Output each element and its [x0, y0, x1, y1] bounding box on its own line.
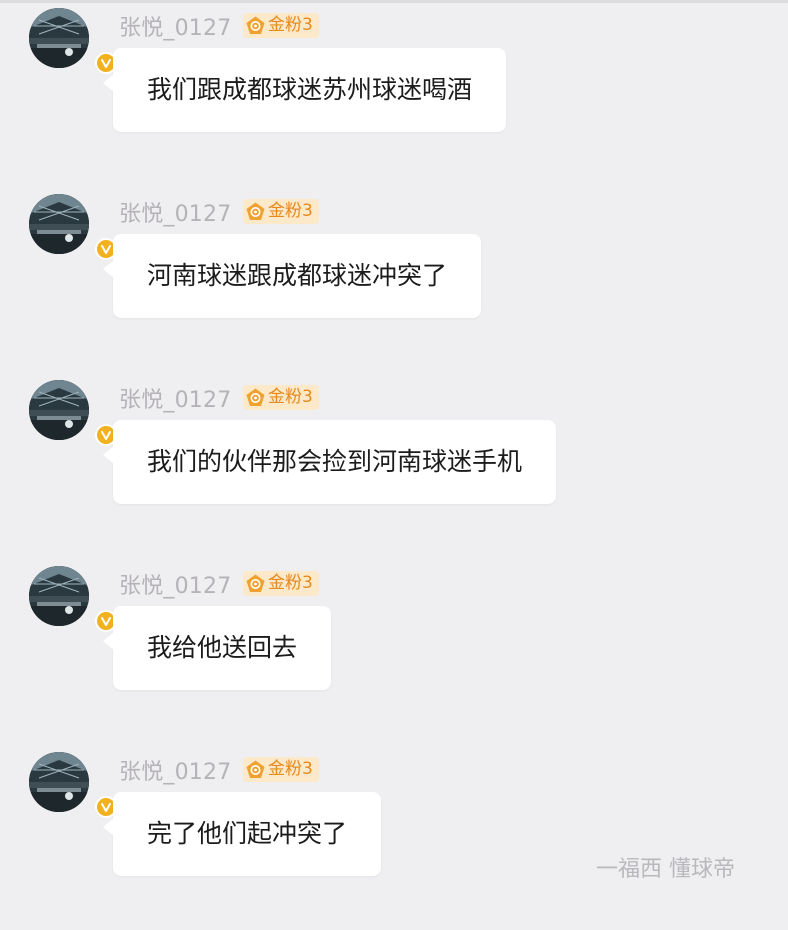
fan-pentagon-icon — [246, 202, 265, 220]
avatar-image-icon — [29, 380, 89, 440]
avatar-image-icon — [29, 194, 89, 254]
avatar[interactable] — [29, 194, 117, 260]
message-bubble[interactable]: 河南球迷跟成都球迷冲突了 — [102, 234, 482, 318]
message-row: 张悦_0127 金粉3 我们跟成都球迷苏州球迷喝酒 — [0, 0, 788, 186]
fan-badge-label: 金粉3 — [268, 201, 313, 221]
watermark-text: 一福西 懂球帝 — [596, 857, 735, 882]
fan-level-badge: 金粉3 — [243, 385, 319, 410]
fan-badge-label: 金粉3 — [268, 387, 313, 407]
avatar[interactable] — [29, 752, 117, 818]
avatar-image-icon — [29, 8, 89, 68]
avatar-image-icon — [29, 566, 89, 626]
avatar-image-icon — [29, 752, 89, 812]
message-bubble[interactable]: 我给他送回去 — [102, 606, 332, 690]
message-bubble[interactable]: 完了他们起冲突了 — [102, 792, 382, 876]
message-row: 张悦_0127 金粉3 我们的伙伴那会捡到河南球迷手机 — [0, 372, 788, 558]
fan-level-badge: 金粉3 — [243, 757, 319, 782]
username[interactable]: 张悦_0127 — [119, 382, 231, 414]
fan-pentagon-icon — [246, 388, 265, 406]
fan-pentagon-icon — [246, 760, 265, 778]
fan-level-badge: 金粉3 — [243, 571, 319, 596]
fan-badge-label: 金粉3 — [268, 15, 313, 35]
fan-pentagon-icon — [246, 574, 265, 592]
username[interactable]: 张悦_0127 — [119, 568, 231, 600]
username[interactable]: 张悦_0127 — [119, 196, 231, 228]
fan-level-badge: 金粉3 — [243, 199, 319, 224]
message-bubble[interactable]: 我们的伙伴那会捡到河南球迷手机 — [102, 420, 557, 504]
fan-level-badge: 金粉3 — [243, 13, 319, 38]
avatar[interactable] — [29, 566, 117, 632]
avatar[interactable] — [29, 380, 117, 446]
username[interactable]: 张悦_0127 — [119, 754, 231, 786]
message-row: 张悦_0127 金粉3 我给他送回去 — [0, 558, 788, 744]
fan-pentagon-icon — [246, 16, 265, 34]
fan-badge-label: 金粉3 — [268, 759, 313, 779]
message-row: 张悦_0127 金粉3 完了他们起冲突了 — [0, 744, 788, 930]
message-bubble[interactable]: 我们跟成都球迷苏州球迷喝酒 — [102, 48, 507, 132]
username[interactable]: 张悦_0127 — [119, 10, 231, 42]
fan-badge-label: 金粉3 — [268, 573, 313, 593]
avatar[interactable] — [29, 8, 117, 74]
message-row: 张悦_0127 金粉3 河南球迷跟成都球迷冲突了 — [0, 186, 788, 372]
